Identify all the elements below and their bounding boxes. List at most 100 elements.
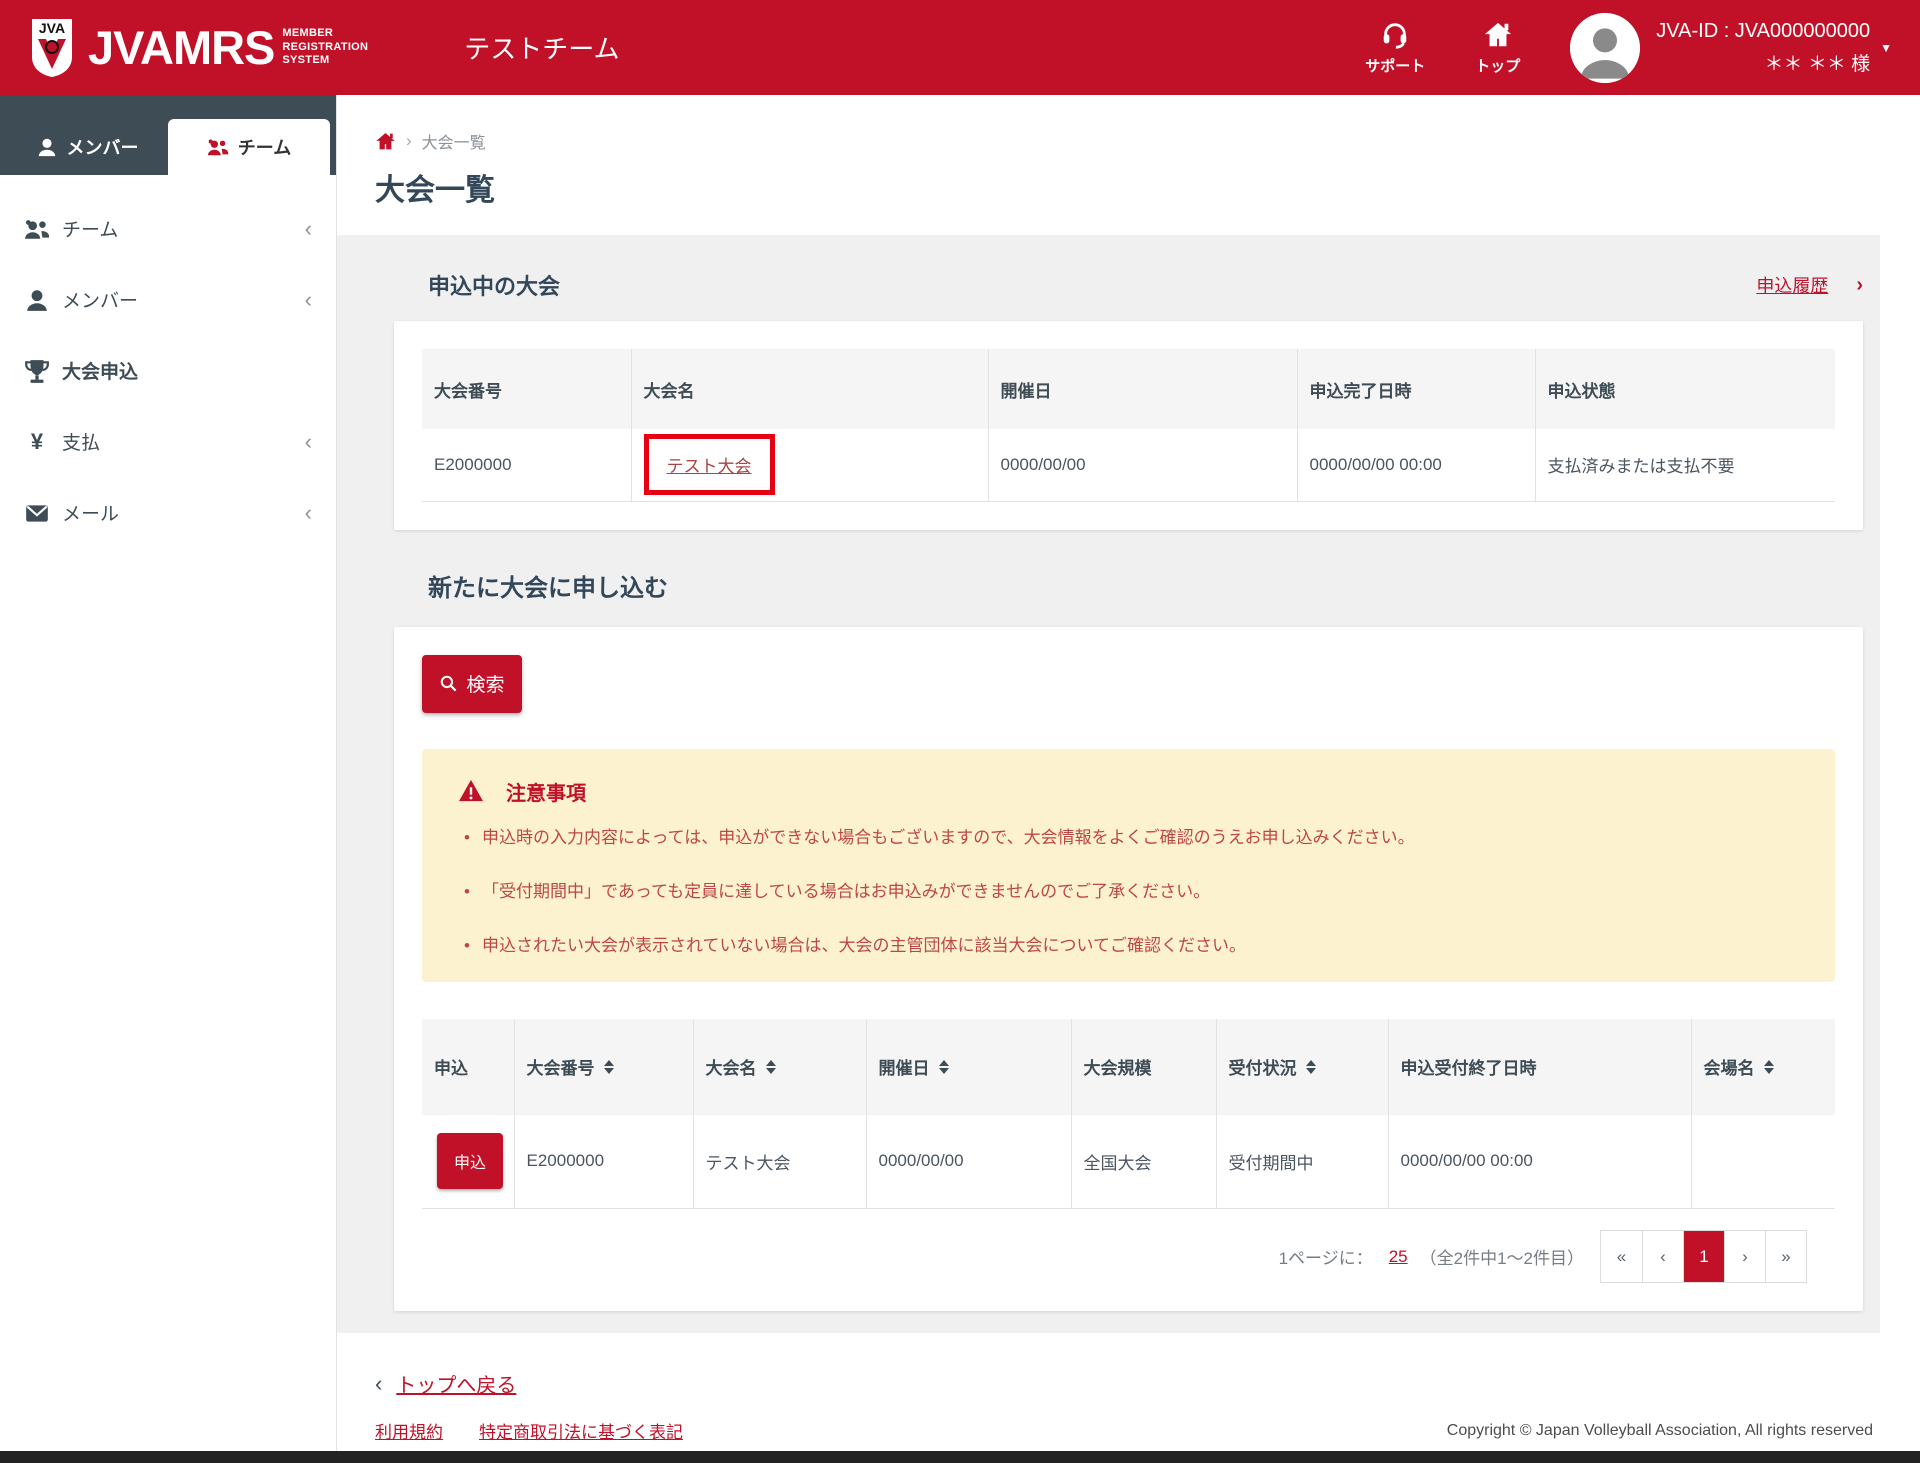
mail-icon: [24, 500, 50, 526]
sidebar-item-tournament-entry[interactable]: 大会申込: [0, 335, 336, 406]
tournament-name-link[interactable]: テスト大会: [667, 457, 752, 476]
chevron-left-icon: ‹: [305, 431, 312, 453]
completed-at-cell: 0000/00/00 00:00: [1297, 429, 1535, 501]
brand-sub-line: MEMBER: [282, 27, 368, 41]
chevron-left-icon: ‹: [305, 502, 312, 524]
column-header-sortable[interactable]: 大会番号: [514, 1019, 693, 1115]
sort-icon: [1306, 1060, 1316, 1074]
applying-heading: 申込中の大会: [428, 269, 560, 301]
sidebar-item-team[interactable]: チーム ‹: [0, 193, 336, 264]
notice-title: 注意事項: [506, 777, 586, 806]
header-actions: サポート トップ JVA-ID : JVA000000000 ＊＊ ＊＊ 様: [1365, 13, 1920, 83]
prev-page-button[interactable]: ‹: [1642, 1231, 1683, 1282]
chevron-left-icon: ‹: [375, 1371, 382, 1397]
back-to-top-link[interactable]: トップへ戻る: [396, 1369, 516, 1398]
bottom-bar: [0, 1451, 1920, 1463]
sidebar-item-label: メール: [62, 499, 305, 526]
column-header: 大会規模: [1071, 1019, 1216, 1115]
copyright: Copyright © Japan Volleyball Association…: [1447, 1422, 1873, 1440]
column-header-sortable[interactable]: 受付状況: [1216, 1019, 1388, 1115]
jva-logo-text: JVA: [39, 20, 65, 36]
breadcrumb-current: 大会一覧: [422, 129, 486, 153]
breadcrumb: › 大会一覧: [375, 129, 1920, 153]
search-icon: [439, 674, 458, 693]
back-to-top-row: ‹ トップへ戻る: [375, 1369, 1920, 1398]
warning-icon: [458, 779, 484, 803]
footer: 利用規約 特定商取引法に基づく表記 Copyright © Japan Voll…: [375, 1418, 1873, 1443]
table-row: 申込 E2000000 テスト大会 0000/00/00 全国大会 受付期間中 …: [422, 1115, 1835, 1209]
brand-subtitle: MEMBER REGISTRATION SYSTEM: [282, 27, 368, 68]
sort-icon: [1764, 1060, 1774, 1074]
pagination: 1ページに： 25 （全2件中1〜2件目） « ‹ 1 › »: [422, 1230, 1835, 1283]
apply-button[interactable]: 申込: [437, 1133, 503, 1189]
next-page-button[interactable]: ›: [1724, 1231, 1765, 1282]
search-button[interactable]: 検索: [422, 655, 522, 713]
per-page-label: 1ページに：: [1279, 1244, 1373, 1269]
applying-table-card: 大会番号 大会名 開催日 申込完了日時 申込状態 E2000000: [394, 321, 1863, 530]
sidebar-item-payment[interactable]: ¥ 支払 ‹: [0, 406, 336, 477]
table-header-row: 申込 大会番号 大会名 開催日 大会規模 受付状況 申込受付終了日時 会場名: [422, 1019, 1835, 1115]
event-date-cell: 0000/00/00: [866, 1115, 1071, 1209]
notice-item: 「受付期間中」であっても定員に達している場合はお申込みができませんのでご了承くだ…: [458, 880, 1805, 904]
user-name: ＊＊ ＊＊ 様: [1656, 49, 1870, 76]
chevron-right-icon: ›: [1856, 274, 1863, 297]
person-icon: [36, 136, 58, 158]
home-icon[interactable]: [375, 131, 396, 152]
column-header: 申込: [422, 1019, 514, 1115]
tab-team[interactable]: チーム: [168, 119, 330, 175]
team-name: テストチーム: [464, 29, 619, 66]
per-page-link[interactable]: 25: [1389, 1247, 1408, 1267]
breadcrumb-separator: ›: [406, 131, 412, 151]
person-avatar-icon: [1570, 13, 1640, 83]
chevron-left-icon: ‹: [305, 289, 312, 311]
column-header: 申込状態: [1535, 349, 1835, 429]
tab-team-label: チーム: [238, 134, 291, 160]
application-history-label: 申込履歴: [1756, 272, 1842, 298]
top-label: トップ: [1475, 55, 1520, 76]
sort-icon: [604, 1060, 614, 1074]
search-button-label: 検索: [466, 670, 504, 697]
application-history-link[interactable]: 申込履歴 ›: [1756, 272, 1863, 298]
sidebar-item-label: メンバー: [62, 286, 305, 313]
brand-sub-line: REGISTRATION: [282, 41, 368, 55]
last-page-button[interactable]: »: [1765, 1231, 1806, 1282]
tournament-number-cell: E2000000: [422, 429, 631, 501]
main-content: › 大会一覧 大会一覧 申込中の大会 申込履歴 ›: [337, 95, 1920, 1463]
first-page-button[interactable]: «: [1601, 1231, 1642, 1282]
sidebar-item-mail[interactable]: メール ‹: [0, 477, 336, 548]
brand-name: JVAMRS: [88, 24, 274, 71]
support-button[interactable]: サポート: [1365, 20, 1425, 76]
venue-cell: [1691, 1115, 1835, 1209]
notice-list: 申込時の入力内容によっては、申込ができない場合もございますので、大会情報をよくご…: [458, 826, 1805, 958]
column-header: 開催日: [988, 349, 1297, 429]
notice-item: 申込されたい大会が表示されていない場合は、大会の主管団体に該当大会についてご確認…: [458, 934, 1805, 958]
jva-logo-icon: JVA: [30, 17, 74, 79]
notice-item: 申込時の入力内容によっては、申込ができない場合もございますので、大会情報をよくご…: [458, 826, 1805, 850]
content-panel: 申込中の大会 申込履歴 › 大会番号 大会名 開催日 申込完了日: [337, 235, 1880, 1333]
top-button[interactable]: トップ: [1475, 20, 1520, 76]
column-header: 大会番号: [422, 349, 631, 429]
user-menu[interactable]: JVA-ID : JVA000000000 ＊＊ ＊＊ 様: [1656, 20, 1870, 76]
column-header-sortable[interactable]: 大会名: [693, 1019, 866, 1115]
person-icon: [24, 287, 50, 313]
yen-icon: ¥: [24, 429, 50, 455]
tab-member-label: メンバー: [67, 134, 139, 160]
tab-member[interactable]: メンバー: [6, 119, 168, 175]
sidebar-item-member[interactable]: メンバー ‹: [0, 264, 336, 335]
search-results-table: 申込 大会番号 大会名 開催日 大会規模 受付状況 申込受付終了日時 会場名: [422, 1019, 1835, 1210]
new-application-heading: 新たに大会に申し込む: [428, 568, 1863, 603]
commercial-law-link[interactable]: 特定商取引法に基づく表記: [479, 1418, 683, 1443]
column-header-sortable[interactable]: 会場名: [1691, 1019, 1835, 1115]
column-header-sortable[interactable]: 開催日: [866, 1019, 1071, 1115]
user-id: JVA-ID : JVA000000000: [1656, 20, 1870, 43]
event-date-cell: 0000/00/00: [988, 429, 1297, 501]
pager-buttons: « ‹ 1 › »: [1600, 1230, 1807, 1283]
sidebar-tabbar: メンバー チーム: [0, 95, 336, 175]
page-1-button[interactable]: 1: [1683, 1231, 1724, 1282]
apply-cell: 申込: [422, 1115, 514, 1209]
avatar[interactable]: [1570, 13, 1640, 83]
chevron-left-icon: ‹: [305, 218, 312, 240]
chevron-down-icon: ▼: [1880, 41, 1892, 55]
support-label: サポート: [1365, 55, 1425, 76]
terms-link[interactable]: 利用規約: [375, 1418, 443, 1443]
